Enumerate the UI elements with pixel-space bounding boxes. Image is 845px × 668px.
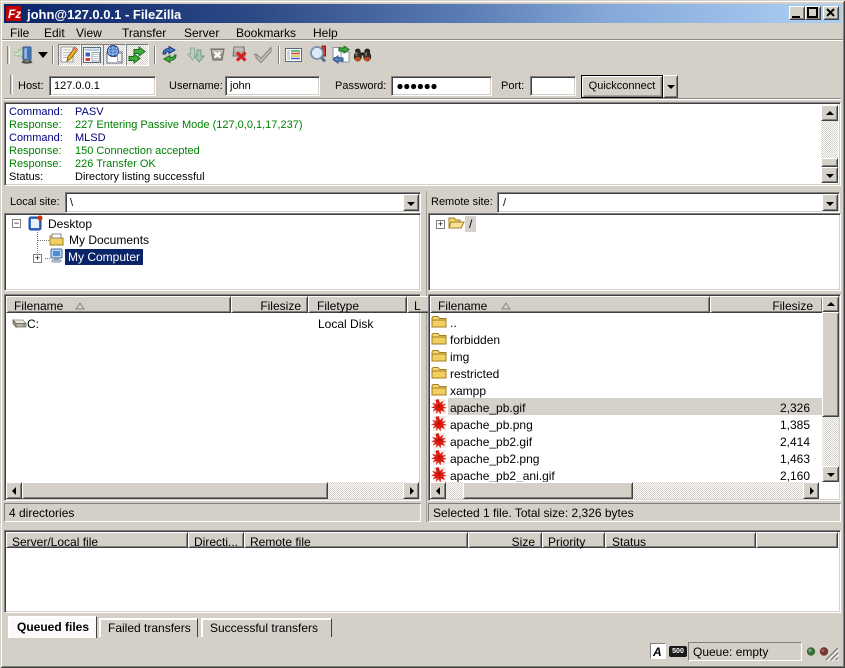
svg-text:Fz: Fz <box>8 7 21 21</box>
